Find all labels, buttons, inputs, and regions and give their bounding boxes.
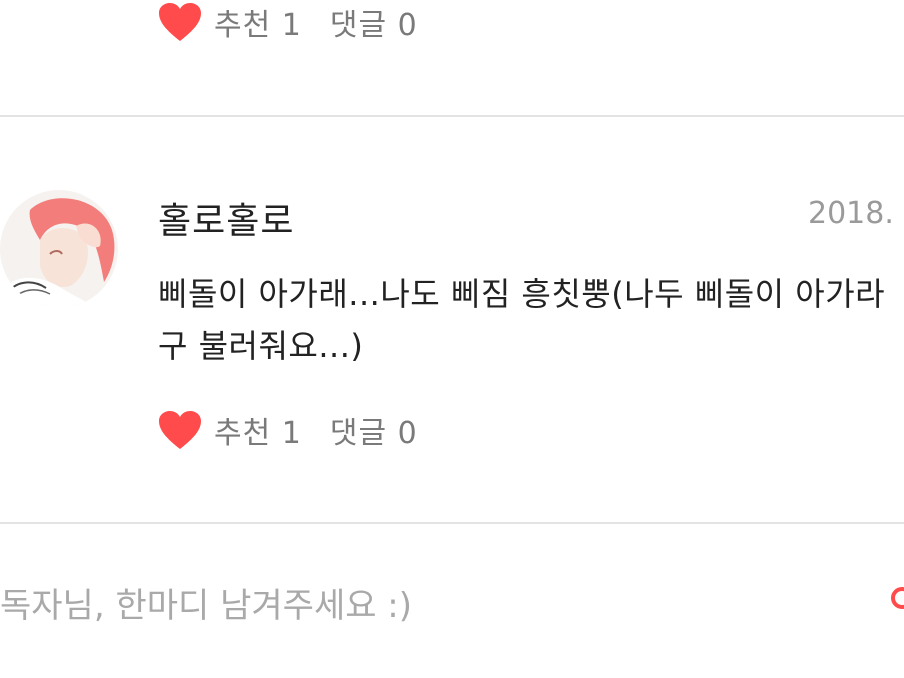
reply-button[interactable]: 댓글 0 — [330, 408, 418, 452]
reply-label: 댓글 — [329, 416, 388, 451]
submit-icon[interactable] — [886, 578, 904, 618]
comment-input[interactable] — [0, 566, 860, 646]
comment-actions: 추천 1 댓글 0 — [158, 408, 446, 452]
reply-label: 댓글 — [329, 8, 388, 43]
reply-count: 0 — [397, 416, 418, 451]
recommend-button[interactable]: 추천 1 — [214, 0, 302, 44]
heart-icon[interactable] — [158, 2, 202, 42]
recommend-label: 추천 — [214, 8, 272, 43]
divider — [0, 115, 904, 117]
comments-page: 추천 1 댓글 0 홀로홀로 2018. 삐돌이 아가래...나도 삐짐 흥칫뿡… — [0, 0, 904, 678]
recommend-count: 1 — [281, 8, 302, 43]
avatar-image — [0, 190, 118, 308]
comment-text: 삐돌이 아가래...나도 삐짐 흥칫뿡(나두 삐돌이 아가라구 불러줘요...) — [158, 275, 886, 365]
recommend-label: 추천 — [214, 416, 272, 451]
recommend-button[interactable]: 추천 1 — [214, 408, 302, 452]
divider — [0, 522, 904, 524]
recommend-count: 1 — [281, 416, 302, 451]
comment-input-row — [0, 566, 904, 646]
comment-author[interactable]: 홀로홀로 — [158, 192, 294, 244]
comment-date: 2018. — [808, 196, 894, 231]
avatar[interactable] — [0, 190, 118, 308]
prev-comment-actions: 추천 1 댓글 0 — [158, 0, 446, 44]
reply-count: 0 — [397, 8, 418, 43]
heart-icon[interactable] — [158, 410, 202, 450]
reply-button[interactable]: 댓글 0 — [330, 0, 418, 44]
